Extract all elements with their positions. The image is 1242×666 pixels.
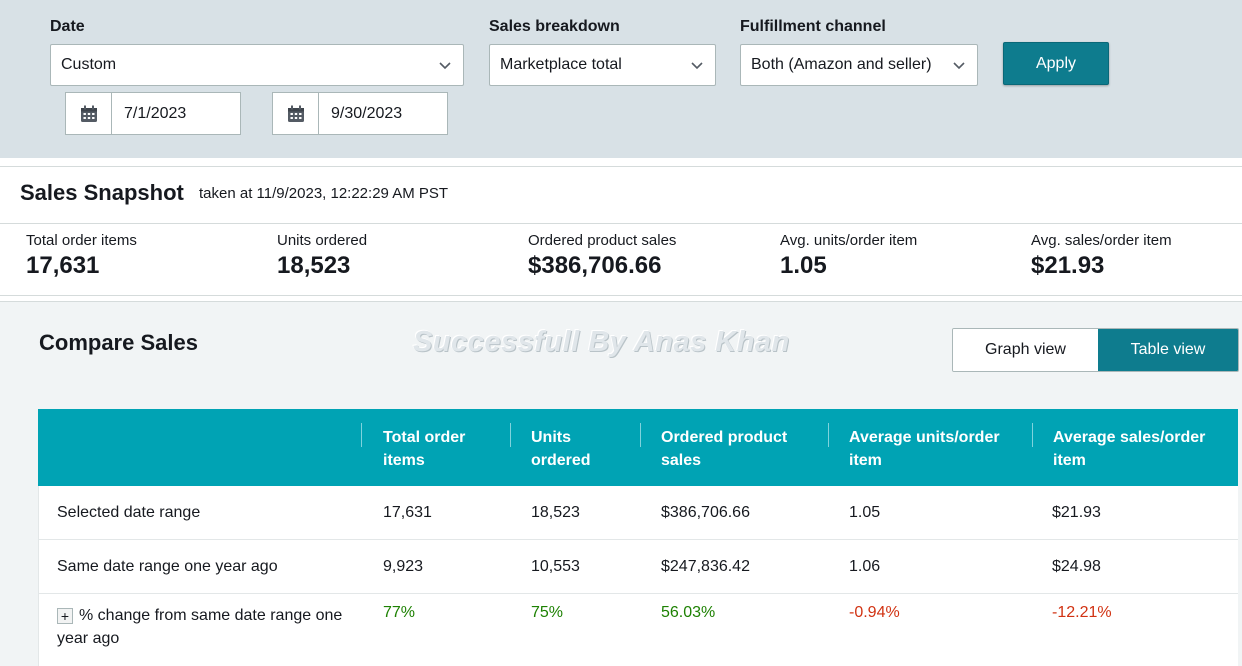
chevron-down-icon <box>953 62 965 70</box>
metric-total-order-items: Total order items 17,631 <box>26 232 137 280</box>
fulfillment-channel-value: Both (Amazon and seller) <box>751 56 932 73</box>
calendar-icon[interactable] <box>66 93 112 134</box>
expand-plus-icon[interactable]: + <box>57 607 73 624</box>
table-cell: 17,631 <box>383 504 432 521</box>
column-divider <box>510 423 511 447</box>
compare-sales-table: Total order items Units ordered Ordered … <box>38 409 1238 666</box>
table-cell: $386,706.66 <box>661 504 750 521</box>
metric-value: 1.05 <box>780 252 827 279</box>
table-cell: 18,523 <box>531 504 580 521</box>
metric-value: $21.93 <box>1031 252 1105 279</box>
metric-value: $386,706.66 <box>528 252 662 279</box>
date-label: Date <box>50 18 85 35</box>
column-header[interactable]: Units ordered <box>531 426 621 472</box>
column-header[interactable]: Total order items <box>383 426 493 472</box>
column-divider <box>361 423 362 447</box>
metric-units-ordered: Units ordered 18,523 <box>277 232 367 280</box>
column-header[interactable]: Average units/order item <box>849 426 1019 472</box>
fulfillment-channel-label: Fulfillment channel <box>740 18 886 35</box>
table-cell: $21.93 <box>1052 504 1101 521</box>
date-range-value: Custom <box>61 56 117 73</box>
end-date-value: 9/30/2023 <box>331 104 403 122</box>
table-header: Total order items Units ordered Ordered … <box>38 409 1238 486</box>
table-cell: 77% <box>383 604 416 621</box>
sales-snapshot-title: Sales Snapshot <box>20 180 184 205</box>
chevron-down-icon <box>691 62 703 70</box>
table-row: Selected date range 17,631 18,523 $386,7… <box>38 486 1238 540</box>
table-cell: -12.21% <box>1052 604 1112 621</box>
row-label-text: % change from same date range one year a… <box>57 607 343 647</box>
table-cell: $247,836.42 <box>661 558 750 575</box>
table-cell: 75% <box>531 604 564 621</box>
start-date-value: 7/1/2023 <box>124 104 187 122</box>
metric-label: Avg. units/order item <box>780 232 918 249</box>
snapshot-metrics: Total order items 17,631 Units ordered 1… <box>0 224 1242 296</box>
table-cell: 10,553 <box>531 558 580 575</box>
graph-view-button[interactable]: Graph view <box>953 329 1098 371</box>
metric-label: Units ordered <box>277 232 368 249</box>
snapshot-timestamp: taken at 11/9/2023, 12:22:29 AM PST <box>199 185 449 202</box>
sales-breakdown-select[interactable]: Marketplace total <box>489 44 716 86</box>
sales-snapshot-header: Sales Snapshot taken at 11/9/2023, 12:22… <box>0 166 1242 224</box>
table-row: +% change from same date range one year … <box>38 594 1238 666</box>
row-label: +% change from same date range one year … <box>57 604 347 650</box>
chevron-down-icon <box>439 62 451 70</box>
table-cell: 1.05 <box>849 504 881 521</box>
table-row: Same date range one year ago 9,923 10,55… <box>38 540 1238 594</box>
metric-label: Total order items <box>26 232 137 249</box>
table-cell: 9,923 <box>383 558 424 575</box>
start-date-field[interactable]: 7/1/2023 <box>65 92 241 135</box>
sales-breakdown-value: Marketplace total <box>500 56 622 73</box>
filter-bar: Date Custom 7/1/2023 9/30/2023 Sales bre… <box>0 0 1242 158</box>
metric-label: Avg. sales/order item <box>1031 232 1172 249</box>
metric-value: 18,523 <box>277 252 351 279</box>
table-view-button[interactable]: Table view <box>1098 329 1238 371</box>
row-label: Same date range one year ago <box>57 558 278 575</box>
table-cell: 1.06 <box>849 558 881 575</box>
apply-button[interactable]: Apply <box>1003 42 1109 85</box>
calendar-icon[interactable] <box>273 93 319 134</box>
fulfillment-channel-select[interactable]: Both (Amazon and seller) <box>740 44 978 86</box>
table-cell: $24.98 <box>1052 558 1101 575</box>
column-divider <box>1032 423 1033 447</box>
metric-avg-sales-order-item: Avg. sales/order item $21.93 <box>1031 232 1172 280</box>
metric-label: Ordered product sales <box>528 232 677 249</box>
watermark-text: Successfull By Anas Khan <box>413 326 790 358</box>
metric-avg-units-order-item: Avg. units/order item 1.05 <box>780 232 917 280</box>
metric-value: 17,631 <box>26 252 100 279</box>
column-divider <box>828 423 829 447</box>
sales-breakdown-label: Sales breakdown <box>489 18 620 35</box>
table-cell: -0.94% <box>849 604 900 621</box>
view-toggle: Graph view Table view <box>952 328 1239 372</box>
column-header[interactable]: Average sales/order item <box>1053 426 1223 472</box>
date-range-select[interactable]: Custom <box>50 44 464 86</box>
compare-sales-title: Compare Sales <box>39 330 198 355</box>
column-divider <box>640 423 641 447</box>
metric-ordered-product-sales: Ordered product sales $386,706.66 <box>528 232 676 280</box>
table-cell: 56.03% <box>661 604 716 621</box>
end-date-field[interactable]: 9/30/2023 <box>272 92 448 135</box>
column-header[interactable]: Ordered product sales <box>661 426 811 472</box>
compare-sales-section: Compare Sales Successfull By Anas Khan G… <box>0 301 1242 666</box>
row-label: Selected date range <box>57 504 201 521</box>
